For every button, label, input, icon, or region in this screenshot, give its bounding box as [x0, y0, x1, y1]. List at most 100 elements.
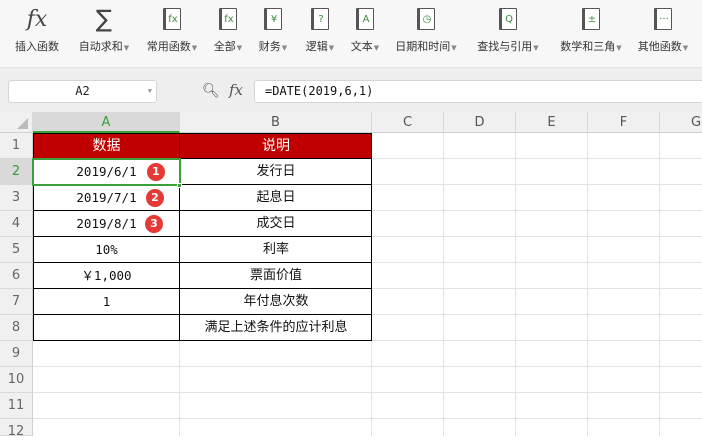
spreadsheet-grid: A B C D E F G 1 2 3 4 5 6 7 8 9 10 11 12 数据 说明 2019/6/1 发行日 1 20… — [0, 112, 702, 439]
sigma-icon: ∑ — [69, 5, 139, 33]
label-text: 财务 — [258, 40, 281, 53]
label-text: 逻辑 — [305, 40, 328, 53]
cell-A8[interactable] — [33, 315, 180, 341]
corner-triangle-icon — [17, 118, 28, 129]
formula-input[interactable]: =DATE(2019,6,1) — [254, 80, 702, 103]
column-header-B[interactable]: B — [180, 112, 372, 133]
row-header-2[interactable]: 2 — [0, 159, 33, 185]
column-header-C[interactable]: C — [372, 112, 444, 133]
text-book-icon-glyph: A — [356, 8, 374, 30]
fx-icon: fx — [2, 6, 72, 32]
gridline-v — [659, 133, 660, 436]
table-header-cell[interactable]: 数据 — [33, 133, 180, 159]
clock-book-icon-glyph: ◷ — [417, 8, 435, 30]
search-book-icon-glyph: Q — [499, 8, 517, 30]
more-book-icon: ··· — [628, 6, 698, 32]
column-header-F[interactable]: F — [588, 112, 660, 133]
ribbon-button-label: 文本▼ — [330, 38, 400, 54]
gridline-v — [443, 133, 444, 436]
clock-book-icon: ◷ — [391, 6, 461, 32]
ribbon-button-label: 日期和时间▼ — [391, 38, 461, 54]
row-header-11[interactable]: 11 — [0, 393, 33, 419]
question-book-icon-glyph: ? — [311, 8, 329, 30]
row-header-6[interactable]: 6 — [0, 263, 33, 289]
ribbon-button-label: 插入函数 — [2, 38, 72, 54]
ribbon-button-label: 自动求和▼ — [69, 38, 139, 54]
label-text: 常用函数 — [146, 40, 191, 53]
gridline-h — [33, 366, 702, 367]
math-book-icon: ± — [556, 6, 626, 32]
table-border-h — [33, 288, 372, 289]
sigma-icon-glyph: ∑ — [95, 5, 113, 33]
row-header-8[interactable]: 8 — [0, 315, 33, 341]
row-header-4[interactable]: 4 — [0, 211, 33, 237]
name-box[interactable]: A2 ▼ — [8, 80, 157, 103]
ribbon-button-label: 数学和三角▼ — [556, 38, 626, 54]
cell-A6[interactable]: ￥1,000 — [33, 263, 180, 289]
cell-B7[interactable]: 年付息次数 — [180, 289, 372, 315]
yen-book-icon-glyph: ¥ — [264, 8, 282, 30]
cell-B5[interactable]: 利率 — [180, 237, 372, 263]
table-border-h — [33, 133, 372, 134]
fx-star-icon-glyph: fx — [163, 8, 181, 30]
ribbon-button-0[interactable]: fx 插入函数 — [2, 6, 72, 54]
cell-B6[interactable]: 票面价值 — [180, 263, 372, 289]
zoom-search-icon[interactable]: 🔍︎ — [202, 83, 220, 99]
ribbon-button-7[interactable]: ◷ 日期和时间▼ — [391, 6, 461, 54]
chevron-down-icon: ▼ — [373, 44, 380, 52]
cell-A5[interactable]: 10% — [33, 237, 180, 263]
gridline-h — [33, 418, 702, 419]
ribbon-button-6[interactable]: A 文本▼ — [330, 6, 400, 54]
table-border-h — [33, 236, 372, 237]
column-header-A[interactable]: A — [33, 112, 180, 133]
row-header-7[interactable]: 7 — [0, 289, 33, 315]
cell-B8[interactable]: 满足上述条件的应计利息 — [180, 315, 372, 341]
label-text: 自动求和 — [78, 40, 123, 53]
cell-B3[interactable]: 起息日 — [180, 185, 372, 211]
gridline-h — [33, 392, 702, 393]
ribbon-button-10[interactable]: ··· 其他函数▼ — [628, 6, 698, 54]
ribbon-button-1[interactable]: ∑ 自动求和▼ — [69, 5, 139, 54]
row-header-3[interactable]: 3 — [0, 185, 33, 211]
ribbon-button-9[interactable]: ± 数学和三角▼ — [556, 6, 626, 54]
fx-icon[interactable]: fx — [229, 81, 243, 99]
label-text: 全部 — [213, 40, 236, 53]
cell-B2[interactable]: 发行日 — [180, 159, 372, 185]
row-header-10[interactable]: 10 — [0, 367, 33, 393]
cell-B4[interactable]: 成交日 — [180, 211, 372, 237]
column-header-G[interactable]: G — [660, 112, 702, 133]
name-box-value: A2 — [75, 84, 90, 98]
ribbon-toolbar: fx 插入函数 ∑ 自动求和▼ fx 常用函数▼ fx 全部▼ ¥ 财务▼? 逻辑▼ A 文本▼ ◷ 日期和… — [0, 0, 702, 68]
label-text: 文本 — [350, 40, 373, 53]
chevron-down-icon: ▼ — [451, 44, 457, 52]
chevron-down-icon: ▼ — [616, 44, 622, 52]
ribbon-button-8[interactable]: Q 查找与引用▼ — [473, 6, 543, 54]
label-text: 其他函数 — [637, 40, 682, 53]
selection-outline — [32, 158, 181, 186]
chevron-down-icon: ▼ — [123, 44, 130, 52]
column-header-D[interactable]: D — [444, 112, 516, 133]
table-border-h — [33, 314, 372, 315]
chevron-down-icon[interactable]: ▼ — [148, 81, 152, 102]
label-text: 插入函数 — [15, 40, 59, 53]
gridline-v — [587, 133, 588, 436]
table-border-h — [33, 210, 372, 211]
search-book-icon: Q — [473, 6, 543, 32]
row-header-1[interactable]: 1 — [0, 133, 33, 159]
cell-A7[interactable]: 1 — [33, 289, 180, 315]
gridline-v — [515, 133, 516, 436]
math-book-icon-glyph: ± — [582, 8, 600, 30]
step-badge: 3 — [145, 215, 163, 233]
table-header-cell[interactable]: 说明 — [180, 133, 372, 159]
fx-icon-glyph: fx — [26, 6, 48, 32]
table-border-h — [33, 262, 372, 263]
ribbon-button-label: 其他函数▼ — [628, 38, 698, 54]
fill-handle[interactable] — [177, 183, 182, 188]
table-border-v — [371, 133, 372, 341]
row-header-12[interactable]: 12 — [0, 419, 33, 439]
row-header-9[interactable]: 9 — [0, 341, 33, 367]
label-text: 数学和三角 — [560, 40, 616, 53]
row-header-5[interactable]: 5 — [0, 237, 33, 263]
label-text: 查找与引用 — [477, 40, 533, 53]
column-header-E[interactable]: E — [516, 112, 588, 133]
